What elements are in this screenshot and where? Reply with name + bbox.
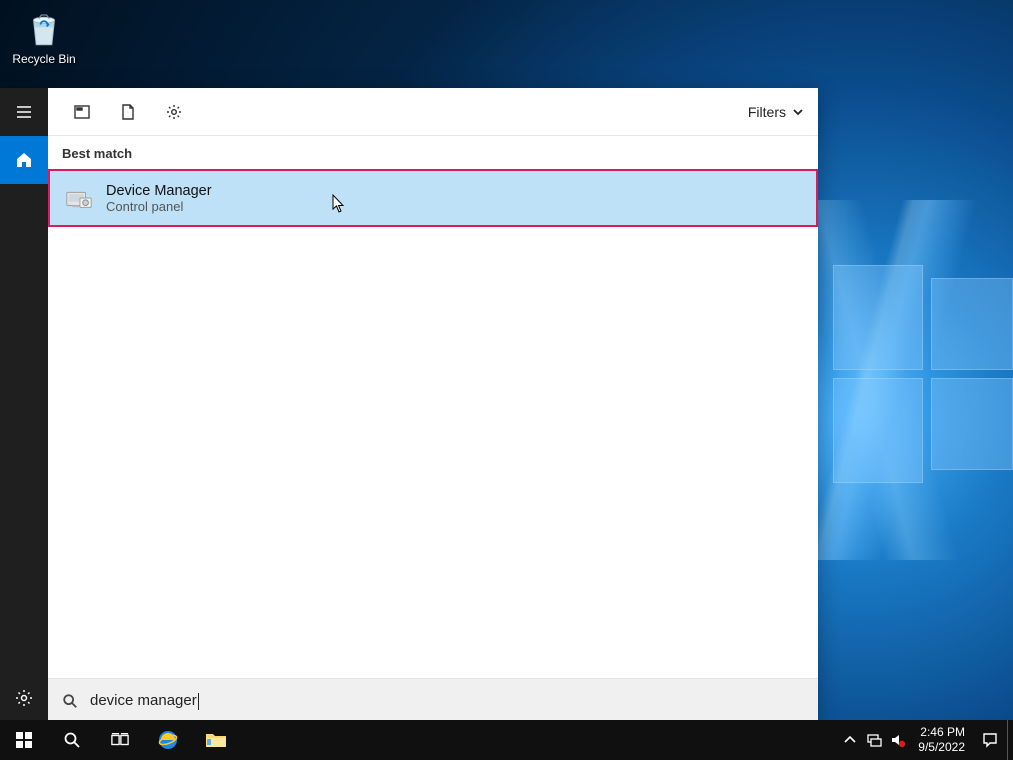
taskbar-search-button[interactable] bbox=[48, 720, 96, 760]
clock-time: 2:46 PM bbox=[918, 725, 965, 740]
volume-icon[interactable] bbox=[886, 720, 910, 760]
settings-scope-icon[interactable] bbox=[154, 92, 194, 132]
documents-scope-icon[interactable] bbox=[108, 92, 148, 132]
result-subtitle: Control panel bbox=[106, 199, 212, 214]
hamburger-menu-button[interactable] bbox=[0, 88, 48, 136]
taskbar: 2:46 PM 9/5/2022 bbox=[0, 720, 1013, 760]
results-empty-area bbox=[48, 227, 818, 678]
recycle-bin-label: Recycle Bin bbox=[12, 52, 75, 66]
search-query-text: device manager bbox=[90, 692, 197, 709]
device-manager-icon bbox=[64, 183, 94, 213]
apps-scope-icon[interactable] bbox=[62, 92, 102, 132]
search-icon bbox=[62, 693, 78, 709]
system-tray: 2:46 PM 9/5/2022 bbox=[838, 720, 1013, 760]
filters-dropdown[interactable]: Filters bbox=[748, 104, 804, 120]
show-desktop-button[interactable] bbox=[1007, 720, 1013, 760]
best-match-label: Best match bbox=[48, 136, 818, 169]
internet-explorer-button[interactable] bbox=[144, 720, 192, 760]
search-main: Filters Best match Device Manager Contro… bbox=[48, 88, 818, 722]
tray-up-arrow-icon[interactable] bbox=[838, 720, 862, 760]
file-explorer-button[interactable] bbox=[192, 720, 240, 760]
search-sidebar bbox=[0, 88, 48, 722]
search-toolbar: Filters bbox=[48, 88, 818, 136]
result-title: Device Manager bbox=[106, 183, 212, 199]
network-icon[interactable] bbox=[862, 720, 886, 760]
task-view-button[interactable] bbox=[96, 720, 144, 760]
search-result-item[interactable]: Device Manager Control panel bbox=[48, 169, 818, 227]
start-button[interactable] bbox=[0, 720, 48, 760]
home-button[interactable] bbox=[0, 136, 48, 184]
action-center-icon[interactable] bbox=[973, 720, 1007, 760]
chevron-down-icon bbox=[792, 106, 804, 118]
settings-gear-button[interactable] bbox=[0, 674, 48, 722]
filters-label: Filters bbox=[748, 104, 786, 120]
start-search-panel: Filters Best match Device Manager Contro… bbox=[0, 88, 818, 722]
search-input[interactable]: device manager bbox=[48, 678, 818, 722]
clock-date: 9/5/2022 bbox=[918, 740, 965, 755]
recycle-bin-icon[interactable]: Recycle Bin bbox=[8, 8, 80, 66]
clock[interactable]: 2:46 PM 9/5/2022 bbox=[910, 725, 973, 755]
